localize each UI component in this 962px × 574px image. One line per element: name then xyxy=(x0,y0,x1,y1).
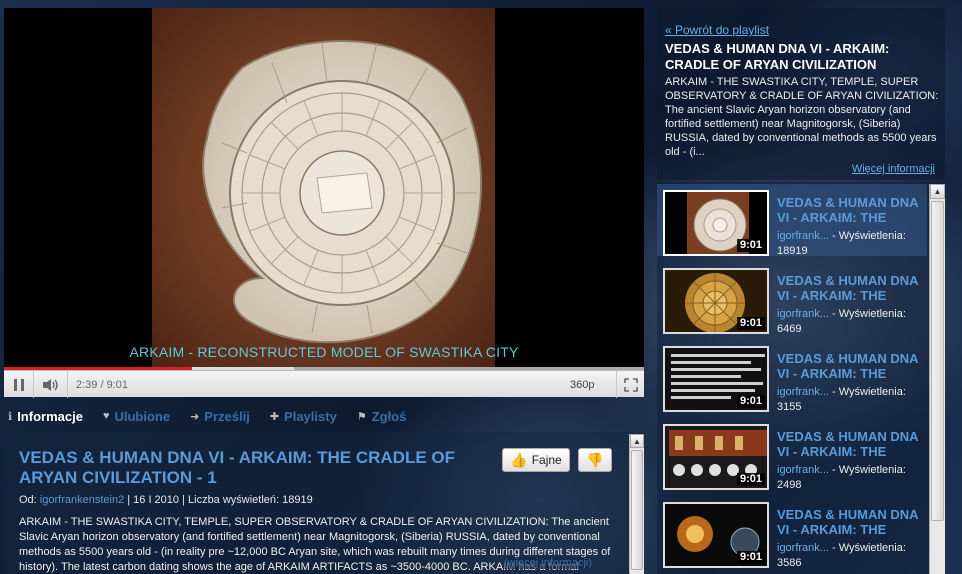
heart-icon: ♥ xyxy=(102,410,110,422)
tab-informacje[interactable]: ℹ Informacje xyxy=(8,406,83,426)
views-label: - Wyświetlenia: xyxy=(828,308,906,320)
like-button[interactable]: 👍 Fajne xyxy=(502,448,570,472)
arkaim-model-image xyxy=(202,40,483,344)
playlist-item-meta: igorfrank... - Wyświetlenia: 3155 xyxy=(777,385,925,415)
scroll-up-arrow-icon[interactable]: ▲ xyxy=(930,184,945,199)
more-info-link[interactable]: (więcej informacji) xyxy=(504,557,593,569)
meta-rest: | 16 I 2010 | Liczba wyświetleń: 18919 xyxy=(124,494,313,506)
playlist-header: « Powrót do playlist VEDAS & HUMAN DNA V… xyxy=(657,8,945,180)
video-meta: Od: igorfrankenstein2 | 16 I 2010 | Licz… xyxy=(19,494,313,506)
tab-label: Prześlij xyxy=(204,408,250,424)
thumbs-down-icon: 👎 xyxy=(586,451,604,468)
views-label: - Wyświetlenia: xyxy=(828,230,906,242)
meta-prefix: Od: xyxy=(19,494,40,506)
playlist-item[interactable]: 9:01 VEDAS & HUMAN DNA VI - ARKAIM: THE … xyxy=(657,184,927,259)
playlist-items: 9:01 VEDAS & HUMAN DNA VI - ARKAIM: THE … xyxy=(657,182,945,574)
tab-playlisty[interactable]: ✚ Playlisty xyxy=(270,406,337,426)
info-scrollbar[interactable]: ▲ xyxy=(629,434,644,574)
views-count: 3586 xyxy=(777,557,802,569)
like-label: Fajne xyxy=(531,453,562,467)
tab-zglos[interactable]: ⚑ Zgłoś xyxy=(357,406,407,426)
share-arrow-icon: ➜ xyxy=(190,410,200,423)
fullscreen-icon xyxy=(623,377,638,392)
views-label: - Wyświetlenia: xyxy=(828,386,906,398)
player-controls: 2:39 / 9:01 360p xyxy=(4,370,644,398)
scrollbar-thumb[interactable] xyxy=(631,450,643,570)
video-duration: 9:01 xyxy=(736,239,765,252)
video-thumbnail[interactable]: 9:01 xyxy=(663,268,769,334)
pause-icon xyxy=(13,378,17,391)
plus-icon: ✚ xyxy=(269,410,280,423)
views-label: - Wyświetlenia: xyxy=(828,464,906,476)
tab-ulubione[interactable]: ♥ Ulubione xyxy=(103,406,170,426)
video-frame xyxy=(152,8,495,367)
playlist-item-title[interactable]: VEDAS & HUMAN DNA VI - ARKAIM: THE xyxy=(777,429,925,459)
playlist-item-meta: igorfrank... - Wyświetlenia: 18919 xyxy=(777,229,925,259)
views-count: 6469 xyxy=(777,323,802,335)
time-separator: / xyxy=(97,379,107,391)
playlist-item-meta: igorfrank... - Wyświetlenia: 6469 xyxy=(777,307,925,337)
playlist-item-title[interactable]: VEDAS & HUMAN DNA VI - ARKAIM: THE xyxy=(777,195,925,225)
playlist-item-title[interactable]: VEDAS & HUMAN DNA VI - ARKAIM: THE xyxy=(777,273,925,303)
tab-przeslij[interactable]: ➜ Prześlij xyxy=(190,406,250,426)
info-tabs: ℹ Informacje ♥ Ulubione ➜ Prześlij ✚ Pla… xyxy=(8,406,426,426)
playlist-item-meta: igorfrank... - Wyświetlenia: 3586 xyxy=(777,541,925,571)
pause-icon-bar xyxy=(20,378,24,391)
video-caption: ARKAIM - RECONSTRUCTED MODEL OF SWASTIKA… xyxy=(129,344,519,360)
video-title: VEDAS & HUMAN DNA VI - ARKAIM: THE CRADL… xyxy=(19,448,456,487)
author-link[interactable]: igorfrankenstein2 xyxy=(40,494,124,506)
playlist-item-title[interactable]: VEDAS & HUMAN DNA VI - ARKAIM: THE xyxy=(777,507,925,537)
video-thumbnail[interactable]: 9:01 xyxy=(663,190,769,256)
video-area[interactable]: ARKAIM - RECONSTRUCTED MODEL OF SWASTIKA… xyxy=(4,8,644,367)
tab-label: Zgłoś xyxy=(371,408,407,424)
thumbs-up-icon: 👍 xyxy=(510,451,528,468)
views-label: - Wyświetlenia: xyxy=(828,542,906,554)
video-thumbnail[interactable]: 9:01 xyxy=(663,346,769,412)
views-count: 2498 xyxy=(777,479,802,491)
flag-icon: ⚑ xyxy=(356,410,367,423)
video-duration: 9:01 xyxy=(736,473,765,486)
video-player[interactable]: ARKAIM - RECONSTRUCTED MODEL OF SWASTIKA… xyxy=(4,8,644,398)
quality-selector[interactable]: 360p xyxy=(570,379,594,391)
tab-label: Ulubione xyxy=(114,408,171,424)
info-icon: ℹ xyxy=(8,410,13,423)
playlist-more-info-link[interactable]: Więcej informacji xyxy=(852,163,935,175)
dislike-button[interactable]: 👎 xyxy=(578,448,612,472)
total-duration: 9:01 xyxy=(106,379,129,391)
playlist-item-title[interactable]: VEDAS & HUMAN DNA VI - ARKAIM: THE xyxy=(777,351,925,381)
video-duration: 9:01 xyxy=(736,395,765,408)
tab-label: Playlisty xyxy=(284,408,337,424)
video-info-panel: VEDAS & HUMAN DNA VI - ARKAIM: THE CRADL… xyxy=(4,432,644,574)
video-thumbnail[interactable]: 9:01 xyxy=(663,424,769,490)
item-author[interactable]: igorfrank... xyxy=(777,542,829,554)
views-count: 3155 xyxy=(777,401,802,413)
item-author[interactable]: igorfrank... xyxy=(777,230,829,242)
item-author[interactable]: igorfrank... xyxy=(777,464,829,476)
time-display: 2:39 / 9:01 xyxy=(76,379,128,391)
playlist-item[interactable]: 9:01 VEDAS & HUMAN DNA VI - ARKAIM: THE … xyxy=(657,496,927,571)
speaker-icon xyxy=(42,378,58,391)
pause-button[interactable] xyxy=(4,371,34,398)
scrollbar-thumb[interactable] xyxy=(931,201,944,521)
playlist-item[interactable]: 9:01 VEDAS & HUMAN DNA VI - ARKAIM: THE … xyxy=(657,340,927,415)
playlist-item[interactable]: 9:01 VEDAS & HUMAN DNA VI - ARKAIM: THE … xyxy=(657,262,927,337)
item-author[interactable]: igorfrank... xyxy=(777,386,829,398)
video-duration: 9:01 xyxy=(736,317,765,330)
playlist-scrollbar[interactable]: ▲ xyxy=(929,184,945,574)
playlist-item[interactable]: 9:01 VEDAS & HUMAN DNA VI - ARKAIM: THE … xyxy=(657,418,927,493)
tab-label: Informacje xyxy=(17,408,83,424)
playlist-description: ARKAIM - THE SWASTIKA CITY, TEMPLE, SUPE… xyxy=(665,76,939,158)
views-count: 18919 xyxy=(777,245,808,257)
video-thumbnail[interactable]: 9:01 xyxy=(663,502,769,568)
scroll-up-arrow-icon[interactable]: ▲ xyxy=(630,434,644,448)
volume-button[interactable] xyxy=(34,371,68,398)
playlist-item-meta: igorfrank... - Wyświetlenia: 2498 xyxy=(777,463,925,493)
video-duration: 9:01 xyxy=(736,551,765,564)
current-time: 2:39 xyxy=(76,379,98,391)
item-author[interactable]: igorfrank... xyxy=(777,308,829,320)
fullscreen-button[interactable] xyxy=(616,371,644,398)
playlist-title: VEDAS & HUMAN DNA VI - ARKAIM: CRADLE OF… xyxy=(665,41,890,72)
back-to-playlists-link[interactable]: « Powrót do playlist xyxy=(665,23,769,37)
